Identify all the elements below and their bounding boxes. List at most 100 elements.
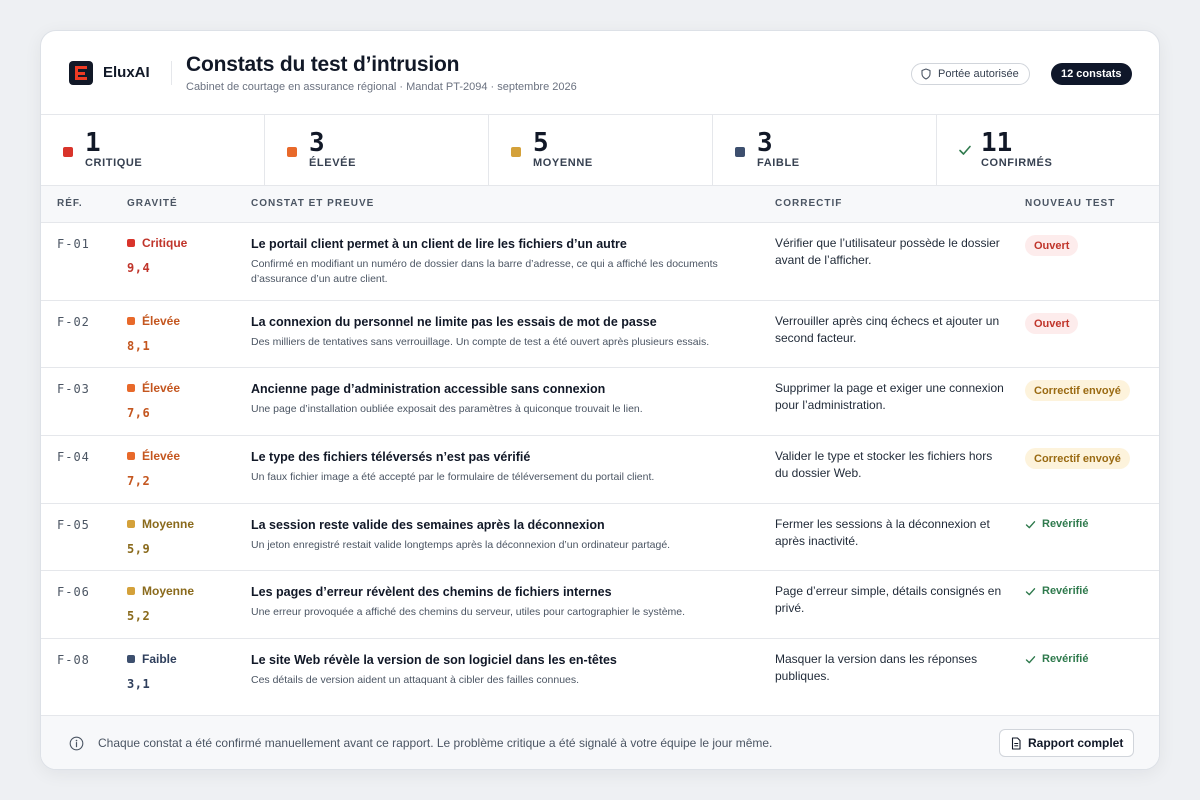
stat-value: 3 — [757, 128, 773, 158]
retest-status-badge: Correctif envoyé — [1025, 380, 1130, 401]
stat-label: MOYENNE — [533, 157, 593, 169]
finding-evidence: Confirmé en modifiant un numéro de dossi… — [251, 258, 718, 285]
finding-ref: F-02 — [57, 315, 90, 329]
retest-status: Revérifié — [1025, 653, 1088, 665]
remediation-text: Supprimer la page et exiger une connexio… — [775, 381, 1004, 412]
finding-ref: F-08 — [57, 653, 90, 667]
retest-status-badge: Ouvert — [1025, 235, 1079, 256]
full-report-button[interactable]: Rapport complet — [999, 729, 1135, 757]
table-row[interactable]: F-03 Élevée 7,6 Ancienne page d’administrat… — [41, 368, 1159, 436]
finding-title: Ancienne page d’administration accessibl… — [251, 382, 606, 396]
table-row[interactable]: F-08 Faible 3,1 Le site Web révèle la versi… — [41, 639, 1159, 715]
medium-severity-icon — [511, 147, 521, 157]
severity-summary: 1 CRITIQUE 3 ÉLEVÉE 5 MOYENNE 3 FAIBLE 1… — [41, 115, 1159, 186]
severity-text: Moyenne — [142, 517, 195, 531]
severity-label: Moyenne — [127, 517, 194, 531]
eluxai-logo — [69, 61, 93, 85]
stat-label: ÉLEVÉE — [309, 157, 357, 169]
severity-label: Élevée — [127, 314, 180, 328]
finding-evidence: Des milliers de tentatives sans verrouil… — [251, 336, 710, 348]
retest-status: Revérifié — [1025, 518, 1088, 530]
header-divider — [171, 61, 172, 85]
remediation-text: Page d’erreur simple, détails consignés … — [775, 584, 1002, 615]
check-icon — [1025, 520, 1036, 528]
stat-label: FAIBLE — [757, 157, 800, 169]
report-header: EluxAI Constats du test d’intrusion Cabi… — [41, 31, 1159, 115]
stat-value: 3 — [309, 128, 325, 158]
remediation-text: Verrouiller après cinq échecs et ajouter… — [775, 314, 1000, 345]
stat-label: CRITIQUE — [85, 157, 143, 169]
table-row[interactable]: F-02 Élevée 8,1 La connexion du personnel n… — [41, 301, 1159, 368]
severity-text: Élevée — [142, 449, 181, 463]
remediation-text: Masquer la version dans les réponses pub… — [775, 652, 978, 683]
finding-ref: F-01 — [57, 237, 90, 251]
scope-badge: Portée autorisée — [911, 63, 1030, 85]
low-severity-icon — [735, 147, 745, 157]
severity-text: Critique — [142, 236, 188, 250]
finding-title: Les pages d’erreur révèlent des chemins … — [251, 585, 612, 599]
high-severity-icon — [287, 147, 297, 157]
cvss-score: 5,2 — [127, 609, 151, 623]
severity-icon — [127, 520, 135, 528]
page-subtitle: Cabinet de courtage en assurance régiona… — [186, 81, 577, 93]
cvss-score: 9,4 — [127, 261, 151, 275]
scope-label: Portée autorisée — [938, 68, 1019, 80]
retest-status-badge: Ouvert — [1025, 313, 1079, 334]
finding-ref: F-06 — [57, 585, 90, 599]
check-icon — [1025, 655, 1036, 663]
table-row[interactable]: F-01 Critique 9,4 Le portail client permet … — [41, 223, 1159, 301]
finding-title: Le portail client permet à un client de … — [251, 237, 627, 251]
severity-label: Élevée — [127, 381, 180, 395]
shield-icon — [921, 68, 931, 80]
finding-evidence: Un faux fichier image a été accepté par … — [251, 471, 655, 483]
severity-icon — [127, 239, 135, 247]
findings-count-badge: 12 constats — [1051, 63, 1132, 85]
report-card: EluxAI Constats du test d’intrusion Cabi… — [40, 30, 1160, 770]
report-footer: Chaque constat a été confirmé manuelleme… — [41, 715, 1159, 769]
finding-ref: F-05 — [57, 518, 90, 532]
severity-icon — [127, 317, 135, 325]
finding-ref: F-04 — [57, 450, 90, 464]
table-row[interactable]: F-06 Moyenne 5,2 Les pages d’erreur révèlen… — [41, 571, 1159, 639]
severity-text: Élevée — [142, 314, 181, 328]
severity-text: Élevée — [142, 381, 181, 395]
remediation-text: Valider le type et stocker les fichiers … — [775, 449, 993, 480]
critical-severity-icon — [63, 147, 73, 157]
finding-title: Le type des fichiers téléversés n’est pa… — [251, 450, 531, 464]
severity-icon — [127, 452, 135, 460]
stat-value: 11 — [981, 128, 1013, 158]
retest-status-label: Revérifié — [1042, 585, 1089, 597]
check-icon — [1025, 587, 1036, 595]
info-icon — [69, 736, 84, 751]
stat-label: CONFIRMÉS — [981, 157, 1053, 169]
finding-evidence: Un jeton enregistré restait valide longt… — [251, 539, 671, 551]
finding-evidence: Une page d’installation oubliée exposait… — [251, 403, 643, 415]
severity-icon — [127, 587, 135, 595]
finding-title: La session reste valide des semaines apr… — [251, 518, 605, 532]
stat-value: 1 — [85, 128, 101, 158]
retest-status-label: Revérifié — [1042, 518, 1089, 530]
retest-status: Revérifié — [1025, 585, 1088, 597]
severity-icon — [127, 655, 135, 663]
column-header-retest: NOUVEAU TEST — [1025, 198, 1116, 209]
severity-label: Faible — [127, 652, 177, 666]
severity-label: Moyenne — [127, 584, 194, 598]
document-icon — [1011, 736, 1021, 750]
finding-evidence: Une erreur provoquée a affiché des chemi… — [251, 606, 686, 618]
finding-title: La connexion du personnel ne limite pas … — [251, 315, 657, 329]
column-header-ref: RÉF. — [57, 198, 83, 209]
table-row[interactable]: F-04 Élevée 7,2 Le type des fichiers téléve… — [41, 436, 1159, 504]
full-report-label: Rapport complet — [1028, 736, 1124, 750]
table-row[interactable]: F-05 Moyenne 5,9 La session reste valide de… — [41, 504, 1159, 571]
column-header-finding: CONSTAT ET PREUVE — [251, 198, 375, 209]
severity-icon — [127, 384, 135, 392]
severity-label: Critique — [127, 236, 187, 250]
check-icon — [959, 145, 971, 155]
stat-confirmed: 11 CONFIRMÉS — [937, 115, 1159, 186]
remediation-text: Vérifier que l’utilisateur possède le do… — [775, 236, 1000, 267]
brand-name: EluxAI — [103, 64, 150, 81]
stat-critical: 1 CRITIQUE — [41, 115, 265, 186]
stat-high: 3 ÉLEVÉE — [265, 115, 489, 186]
retest-status-label: Revérifié — [1042, 653, 1089, 665]
cvss-score: 5,9 — [127, 542, 151, 556]
